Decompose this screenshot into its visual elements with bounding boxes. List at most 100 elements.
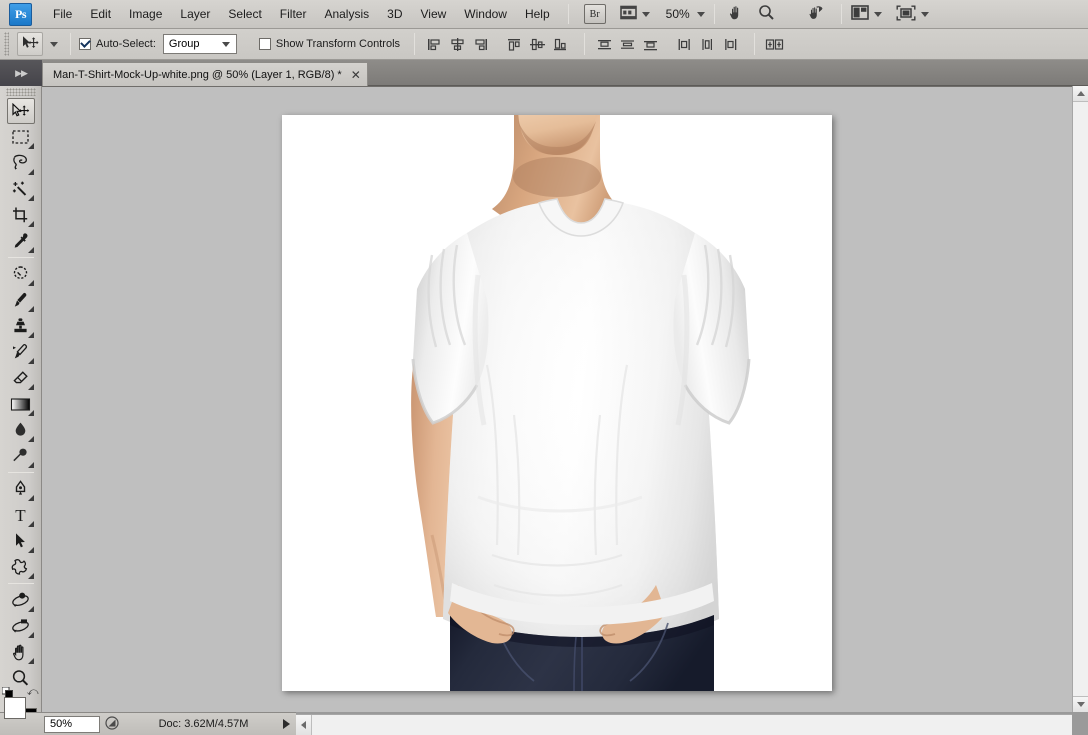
view-extras-icon: [619, 5, 637, 23]
history-brush-tool[interactable]: [7, 339, 35, 365]
align-right-edges-icon: [472, 37, 489, 52]
rectangular-marquee-tool[interactable]: [7, 124, 35, 150]
align-vertical-centers-button[interactable]: [527, 34, 548, 55]
eyedropper-flyout-triangle-icon: [27, 247, 34, 253]
blur-flyout-triangle-icon: [27, 436, 34, 442]
status-bar: 50% Doc: 3.62M/4.57M: [0, 712, 296, 735]
pen-tool[interactable]: [7, 476, 35, 502]
auto-select-dropdown[interactable]: Group: [162, 34, 237, 54]
default-colors-icon[interactable]: [1, 686, 13, 698]
photoshop-logo[interactable]: Ps: [9, 2, 32, 26]
distribute-right-edges-icon: [722, 37, 739, 52]
menu-item-layer[interactable]: Layer: [171, 3, 219, 25]
menu-item-window[interactable]: Window: [455, 3, 516, 25]
rotate-view-tool-button[interactable]: [802, 3, 832, 25]
path-selection-flyout-triangle-icon: [27, 547, 34, 553]
screen-mode-chevron-down-icon: [920, 11, 929, 17]
document-tab[interactable]: Man-T-Shirt-Mock-Up-white.png @ 50% (Lay…: [42, 62, 368, 86]
horizontal-scrollbar[interactable]: [296, 714, 1072, 735]
align-left-edges-icon: [426, 37, 443, 52]
expand-panels-button[interactable]: ▶▶: [0, 60, 42, 86]
scroll-left-button[interactable]: [296, 715, 312, 735]
swap-colors-icon[interactable]: ⤺: [27, 686, 39, 699]
distribute-vertical-centers-button[interactable]: [617, 34, 638, 55]
scroll-up-button[interactable]: [1073, 86, 1088, 102]
document-thumbnail-button[interactable]: [100, 715, 124, 733]
zoom-level-dropdown[interactable]: 50%: [664, 3, 705, 25]
lasso-tool[interactable]: [7, 150, 35, 176]
status-expand-arrow-icon[interactable]: [283, 719, 290, 729]
zoom-level-chevron-down-icon: [696, 11, 705, 17]
scroll-down-button[interactable]: [1073, 696, 1088, 712]
rotate-view-icon: [807, 4, 826, 25]
3d-camera-orbit-tool[interactable]: [7, 613, 35, 639]
eyedropper-tool[interactable]: [7, 228, 35, 254]
align-right-edges-button[interactable]: [470, 34, 491, 55]
horizontal-type-tool[interactable]: T: [7, 502, 35, 528]
menu-item-image[interactable]: Image: [120, 3, 171, 25]
zoom-tool-button[interactable]: [754, 3, 780, 25]
type-flyout-triangle-icon: [27, 521, 34, 527]
show-transform-controls-checkbox[interactable]: [258, 38, 271, 50]
tshirt-mockup-photo: [282, 115, 832, 691]
3d-object-rotate-tool[interactable]: [7, 587, 35, 613]
distribute-bottom-edges-button[interactable]: [640, 34, 661, 55]
distribute-horizontal-centers-button[interactable]: [697, 34, 718, 55]
gradient-tool[interactable]: [7, 391, 35, 417]
vertical-scrollbar[interactable]: [1072, 86, 1088, 712]
crop-tool[interactable]: [7, 202, 35, 228]
hand-tool-button[interactable]: [724, 3, 750, 25]
close-icon[interactable]: ✕: [351, 68, 361, 82]
auto-align-layers-button[interactable]: [764, 34, 785, 55]
launch-bridge-button[interactable]: Br: [583, 3, 606, 25]
view-extras-chevron-down-icon: [641, 11, 650, 17]
document-work-area[interactable]: [42, 86, 1072, 712]
quick-selection-tool[interactable]: [7, 176, 35, 202]
menu-item-view[interactable]: View: [411, 3, 455, 25]
align-top-edges-button[interactable]: [504, 34, 525, 55]
screen-mode-button[interactable]: [896, 3, 929, 25]
menu-item-help[interactable]: Help: [516, 3, 559, 25]
spot-healing-brush-tool[interactable]: [7, 261, 35, 287]
tool-preset-chevron-down-icon[interactable]: [50, 41, 58, 47]
menubar-divider-3: [840, 4, 842, 24]
menu-item-file[interactable]: File: [44, 3, 81, 25]
path-selection-tool[interactable]: [7, 528, 35, 554]
move-tool[interactable]: [6, 98, 35, 124]
foreground-color-swatch[interactable]: [3, 697, 26, 719]
image-canvas[interactable]: [282, 115, 832, 691]
brush-tool[interactable]: [7, 287, 35, 313]
blur-tool[interactable]: [7, 417, 35, 443]
tools-panel-grip[interactable]: [5, 88, 36, 96]
eraser-flyout-triangle-icon: [27, 384, 34, 390]
type-tool-glyph: T: [15, 505, 26, 525]
tool-preset-picker[interactable]: [17, 32, 43, 56]
menu-item-3d[interactable]: 3D: [378, 3, 411, 25]
align-vertical-centers-icon: [529, 37, 546, 52]
history-brush-flyout-triangle-icon: [27, 358, 34, 364]
dodge-tool[interactable]: [7, 443, 35, 469]
auto-select-checkbox[interactable]: [79, 38, 91, 50]
zoom-percentage-input[interactable]: 50%: [44, 715, 100, 733]
menu-item-edit[interactable]: Edit: [81, 3, 120, 25]
custom-shape-tool[interactable]: [7, 554, 35, 580]
align-bottom-edges-button[interactable]: [550, 34, 571, 55]
hand-tool[interactable]: [7, 639, 35, 665]
menu-item-filter[interactable]: Filter: [271, 3, 316, 25]
document-thumbnail-icon: [105, 715, 119, 733]
clone-stamp-tool[interactable]: [7, 313, 35, 339]
menu-item-select[interactable]: Select: [219, 3, 270, 25]
document-info-label: Doc: 3.62M/4.57M: [158, 718, 249, 730]
arrange-documents-button[interactable]: [850, 3, 882, 25]
eraser-tool[interactable]: [7, 365, 35, 391]
distribute-left-edges-button[interactable]: [674, 34, 695, 55]
align-horizontal-centers-button[interactable]: [447, 34, 468, 55]
view-extras-button[interactable]: [619, 3, 650, 25]
quick-selection-flyout-triangle-icon: [27, 195, 34, 201]
align-left-edges-button[interactable]: [424, 34, 445, 55]
distribute-horizontal-centers-icon: [699, 37, 716, 52]
distribute-right-edges-button[interactable]: [720, 34, 741, 55]
distribute-top-edges-button[interactable]: [594, 34, 615, 55]
options-bar-grip[interactable]: [4, 32, 9, 56]
menu-item-analysis[interactable]: Analysis: [315, 3, 378, 25]
